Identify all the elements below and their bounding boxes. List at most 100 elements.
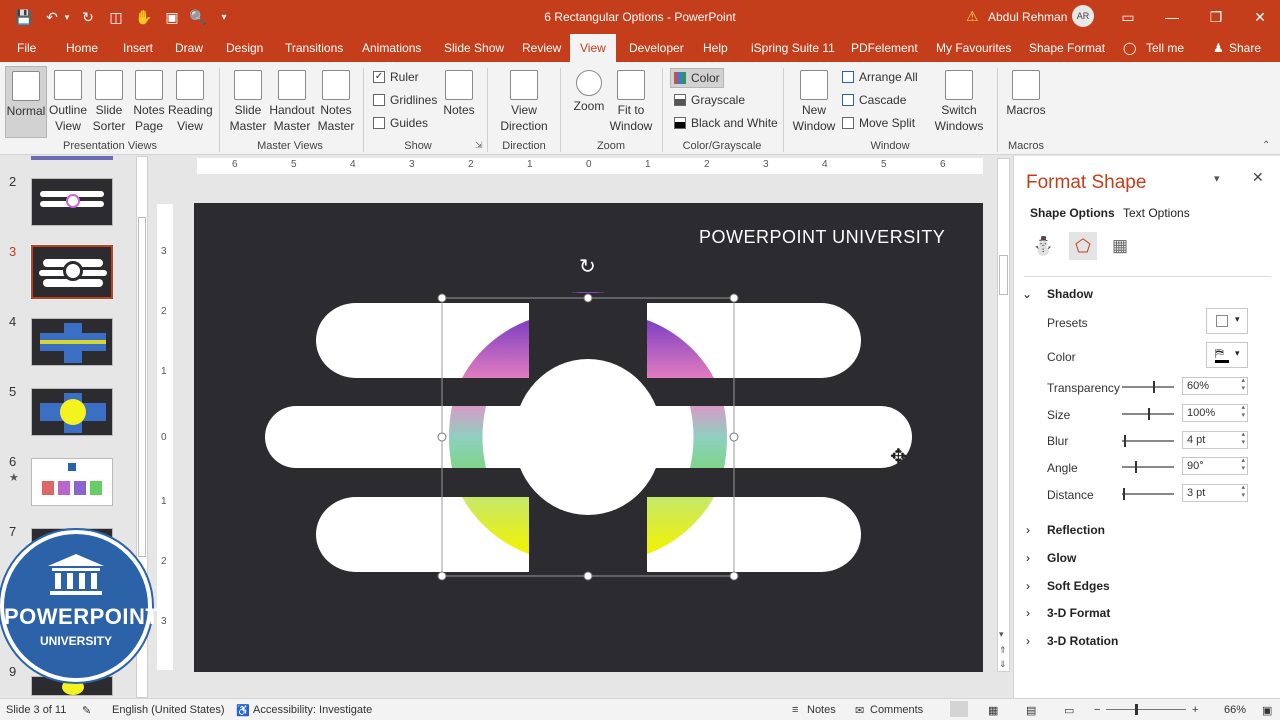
expand-icon[interactable]: › bbox=[1026, 523, 1030, 537]
notes-icon[interactable]: ≡ bbox=[792, 704, 798, 716]
slide-sorter-button[interactable]: Slide Sorter bbox=[89, 70, 129, 134]
tab-transitions[interactable]: Transitions bbox=[285, 41, 343, 55]
expand-icon[interactable]: › bbox=[1026, 606, 1030, 620]
slide-sorter-status-icon[interactable]: ▦ bbox=[988, 704, 998, 717]
distance-input[interactable]: 3 pt bbox=[1182, 484, 1248, 502]
guides-checkbox[interactable]: Guides bbox=[373, 116, 428, 130]
effects-icon[interactable]: ⬠ bbox=[1069, 232, 1097, 260]
zoom-level[interactable]: 66% bbox=[1224, 704, 1246, 716]
new-window-button[interactable]: New Window bbox=[792, 70, 836, 134]
slide[interactable]: POWERPOINT UNIVERSITY ↻ ✥ bbox=[194, 203, 983, 672]
accessibility-status[interactable]: Accessibility: Investigate bbox=[253, 704, 372, 716]
slide-thumbnail-selected[interactable] bbox=[30, 244, 114, 300]
cascade-button[interactable]: Cascade bbox=[842, 93, 906, 107]
slider-knob[interactable] bbox=[1124, 435, 1126, 447]
collapse-ribbon-icon[interactable]: ⌃ bbox=[1262, 140, 1270, 151]
ruler-checkbox[interactable]: ✓ Ruler bbox=[373, 70, 419, 84]
canvas-scrollbar[interactable]: ▾ ⇑ ⇓ bbox=[997, 158, 1010, 672]
angle-input[interactable]: 90° bbox=[1182, 457, 1248, 475]
fit-slide-icon[interactable]: ▣ bbox=[1262, 704, 1272, 717]
angle-slider[interactable] bbox=[1122, 461, 1174, 473]
transparency-slider[interactable] bbox=[1122, 381, 1174, 393]
expand-icon[interactable]: › bbox=[1026, 551, 1030, 565]
rotate-handle-icon[interactable]: ↻ bbox=[579, 254, 596, 278]
grayscale-button[interactable]: Grayscale bbox=[674, 93, 745, 107]
color-button[interactable]: Color bbox=[670, 68, 724, 88]
reading-view-button[interactable]: Reading View bbox=[168, 70, 213, 134]
tab-review[interactable]: Review bbox=[522, 41, 561, 55]
tab-pdfelement[interactable]: PDFelement bbox=[851, 41, 918, 55]
arrange-all-button[interactable]: Arrange All bbox=[842, 70, 918, 84]
expand-shadow-icon[interactable]: ⌄ bbox=[1022, 287, 1032, 301]
slider-knob[interactable] bbox=[1153, 381, 1155, 393]
section-3d-format[interactable]: 3-D Format bbox=[1047, 606, 1110, 620]
zoom-slider-knob[interactable] bbox=[1135, 704, 1138, 715]
color-dropdown[interactable]: ⛿ ▾ bbox=[1206, 342, 1248, 368]
scroll-down-icon[interactable]: ▾ bbox=[999, 629, 1004, 640]
slideshow-status-icon[interactable]: ▭ bbox=[1064, 704, 1074, 717]
section-shadow[interactable]: Shadow bbox=[1047, 287, 1093, 301]
tab-design[interactable]: Design bbox=[226, 41, 263, 55]
tab-shape-format[interactable]: Shape Format bbox=[1029, 41, 1105, 55]
outline-view-button[interactable]: Outline View bbox=[48, 70, 88, 134]
normal-view-button[interactable]: Normal bbox=[5, 66, 47, 138]
view-direction-button[interactable]: View Direction bbox=[494, 70, 554, 134]
section-glow[interactable]: Glow bbox=[1047, 551, 1076, 565]
slide-thumbnail[interactable] bbox=[31, 388, 113, 436]
move-split-button[interactable]: Move Split bbox=[842, 116, 915, 130]
tab-help[interactable]: Help bbox=[703, 41, 728, 55]
notes-status-button[interactable]: Notes bbox=[807, 704, 836, 716]
tab-animations[interactable]: Animations bbox=[362, 41, 421, 55]
reading-view-status-icon[interactable]: ▤ bbox=[1026, 704, 1036, 717]
tab-text-options[interactable]: Text Options bbox=[1123, 206, 1190, 220]
fit-to-window-button[interactable]: Fit to Window bbox=[608, 70, 654, 134]
zoom-out-icon[interactable]: − bbox=[1094, 704, 1100, 716]
tab-home[interactable]: Home bbox=[66, 41, 98, 55]
blur-slider[interactable] bbox=[1122, 435, 1174, 447]
zoom-slider[interactable] bbox=[1106, 704, 1186, 715]
tab-file[interactable]: File bbox=[17, 41, 36, 55]
tab-view[interactable]: View bbox=[570, 34, 616, 62]
restore-icon[interactable]: ❐ bbox=[1204, 6, 1228, 28]
black-and-white-button[interactable]: Black and White bbox=[674, 116, 778, 130]
zoom-button[interactable]: Zoom bbox=[568, 70, 610, 114]
user-name[interactable]: Abdul Rehman bbox=[988, 10, 1067, 24]
warning-icon[interactable]: ⚠ bbox=[966, 8, 979, 25]
comments-icon[interactable]: ✉ bbox=[855, 704, 864, 717]
pane-close-icon[interactable]: ✕ bbox=[1252, 169, 1264, 186]
close-icon[interactable]: ✕ bbox=[1248, 6, 1272, 28]
tell-me-search[interactable]: Tell me bbox=[1146, 41, 1184, 55]
ribbon-display-icon[interactable]: ▭ bbox=[1116, 6, 1140, 28]
notes-master-button[interactable]: Notes Master bbox=[314, 70, 358, 134]
minimize-icon[interactable]: — bbox=[1160, 6, 1184, 28]
size-properties-icon[interactable]: ▦ bbox=[1112, 236, 1128, 256]
slide-thumbnail[interactable] bbox=[31, 318, 113, 366]
avatar[interactable]: AR bbox=[1072, 5, 1094, 27]
dialog-launcher-icon[interactable]: ⇲ bbox=[475, 140, 483, 151]
distance-slider[interactable] bbox=[1122, 488, 1174, 500]
prev-slide-icon[interactable]: ⇑ bbox=[999, 645, 1007, 656]
next-slide-icon[interactable]: ⇓ bbox=[999, 659, 1007, 670]
tab-insert[interactable]: Insert bbox=[123, 41, 153, 55]
slide-thumbnail[interactable] bbox=[31, 458, 113, 506]
spelling-icon[interactable]: ✎ bbox=[82, 704, 91, 717]
slide-master-button[interactable]: Slide Master bbox=[226, 70, 270, 134]
macros-button[interactable]: Macros bbox=[1004, 70, 1048, 118]
share-button[interactable]: Share bbox=[1229, 41, 1261, 55]
size-input[interactable]: 100% bbox=[1182, 404, 1248, 422]
tab-ispring[interactable]: iSpring Suite 11 bbox=[751, 41, 835, 55]
language-status[interactable]: English (United States) bbox=[112, 704, 225, 716]
accessibility-icon[interactable]: ♿ bbox=[236, 704, 250, 717]
blur-input[interactable]: 4 pt bbox=[1182, 431, 1248, 449]
slider-knob[interactable] bbox=[1148, 408, 1150, 420]
scrollbar-thumb[interactable] bbox=[138, 217, 146, 557]
notes-page-button[interactable]: Notes Page bbox=[129, 70, 169, 134]
center-circle[interactable] bbox=[514, 359, 662, 515]
share-icon[interactable]: ♟ bbox=[1213, 41, 1224, 55]
scrollbar-thumb[interactable] bbox=[999, 255, 1008, 295]
section-soft-edges[interactable]: Soft Edges bbox=[1047, 579, 1110, 593]
gridlines-checkbox[interactable]: Gridlines bbox=[373, 93, 437, 107]
ring-segment-right[interactable] bbox=[690, 406, 727, 468]
presets-dropdown[interactable]: ▾ bbox=[1206, 308, 1248, 334]
zoom-in-icon[interactable]: + bbox=[1192, 704, 1198, 716]
